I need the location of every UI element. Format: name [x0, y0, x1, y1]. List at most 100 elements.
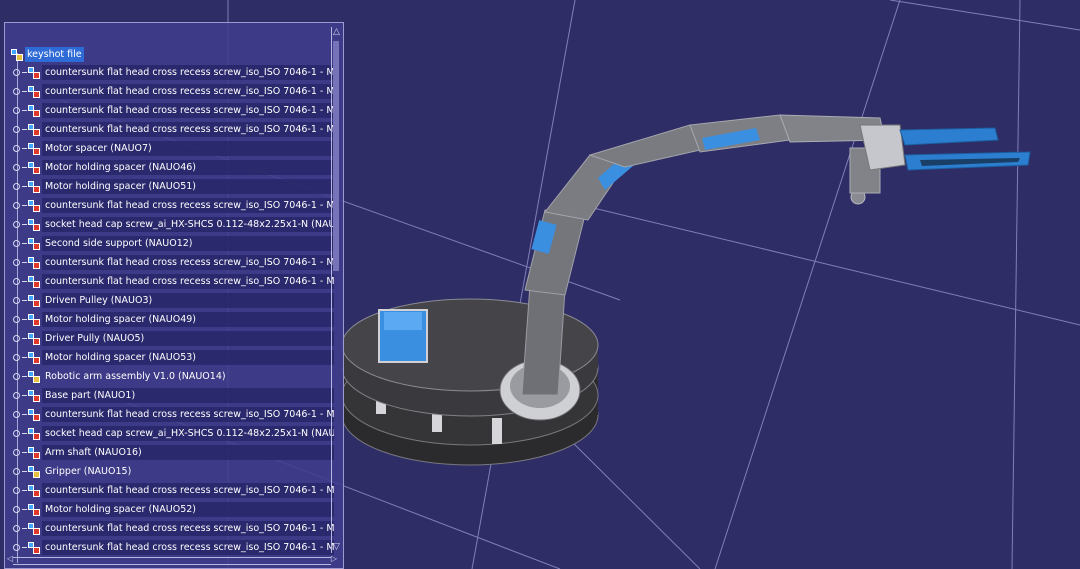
expander-circle-icon[interactable]: [13, 525, 20, 532]
part-icon: [28, 503, 40, 516]
expander-circle-icon[interactable]: [13, 69, 20, 76]
tree-node-label: Motor holding spacer (NAUO52): [42, 502, 334, 517]
tree-node-label: countersunk flat head cross recess screw…: [42, 274, 334, 289]
tree-node[interactable]: Second side support (NAUO12): [13, 235, 334, 252]
expander-circle-icon[interactable]: [13, 449, 20, 456]
tree-branch-line: [22, 433, 27, 434]
tree-node[interactable]: countersunk flat head cross recess screw…: [13, 64, 334, 81]
expander-circle-icon[interactable]: [13, 373, 20, 380]
expander-circle-icon[interactable]: [13, 240, 20, 247]
expander-circle-icon[interactable]: [13, 221, 20, 228]
scroll-right-arrow-icon[interactable]: ▷: [331, 554, 337, 563]
tree-node[interactable]: Motor holding spacer (NAUO51): [13, 178, 334, 195]
horizontal-scrollbar[interactable]: ◁ ▷: [7, 554, 337, 565]
tree-node[interactable]: countersunk flat head cross recess screw…: [13, 254, 334, 271]
tree-node[interactable]: countersunk flat head cross recess screw…: [13, 520, 334, 537]
tree-node[interactable]: socket head cap screw_ai_HX-SHCS 0.112-4…: [13, 425, 334, 442]
tree-branch-line: [22, 167, 27, 168]
expander-circle-icon[interactable]: [13, 88, 20, 95]
tree-node[interactable]: countersunk flat head cross recess screw…: [13, 83, 334, 100]
part-icon: [28, 218, 40, 231]
tree-node-label: countersunk flat head cross recess screw…: [42, 84, 334, 99]
tree-branch-line: [22, 509, 27, 510]
tree-node-label: countersunk flat head cross recess screw…: [42, 65, 334, 80]
expander-circle-icon[interactable]: [13, 107, 20, 114]
tree-node[interactable]: Arm shaft (NAUO16): [13, 444, 334, 461]
tree-branch-line: [22, 148, 27, 149]
part-icon: [28, 446, 40, 459]
expander-circle-icon[interactable]: [13, 354, 20, 361]
tree-node-label: Motor holding spacer (NAUO53): [42, 350, 334, 365]
tree-branch-line: [22, 319, 27, 320]
part-icon: [28, 541, 40, 554]
expander-circle-icon[interactable]: [13, 335, 20, 342]
scroll-thumb[interactable]: [333, 41, 339, 271]
assembly-icon: [28, 465, 40, 478]
tree-node[interactable]: Motor spacer (NAUO7): [13, 140, 334, 157]
expander-circle-icon[interactable]: [13, 506, 20, 513]
tree-node-label: countersunk flat head cross recess screw…: [42, 521, 334, 536]
part-icon: [28, 294, 40, 307]
vertical-scrollbar[interactable]: △ ▽: [331, 27, 341, 553]
part-icon: [28, 142, 40, 155]
tree-branch-line: [22, 490, 27, 491]
tree-node[interactable]: Driver Pully (NAUO5): [13, 330, 334, 347]
expander-circle-icon[interactable]: [13, 278, 20, 285]
expander-circle-icon[interactable]: [13, 126, 20, 133]
expander-circle-icon[interactable]: [13, 430, 20, 437]
tree-node[interactable]: Robotic arm assembly V1.0 (NAUO14): [13, 368, 229, 385]
part-icon: [28, 522, 40, 535]
tree-node[interactable]: Motor holding spacer (NAUO53): [13, 349, 334, 366]
tree-node-label: countersunk flat head cross recess screw…: [42, 540, 334, 555]
expander-circle-icon[interactable]: [13, 544, 20, 551]
tree-node[interactable]: countersunk flat head cross recess screw…: [13, 273, 334, 290]
tree-node[interactable]: Motor holding spacer (NAUO46): [13, 159, 334, 176]
tree-node[interactable]: socket head cap screw_ai_HX-SHCS 0.112-4…: [13, 216, 334, 233]
tree-root-node[interactable]: keyshot file: [11, 46, 84, 63]
tree-root-label: keyshot file: [25, 47, 84, 62]
tree-branch-line: [22, 91, 27, 92]
tree-node[interactable]: countersunk flat head cross recess screw…: [13, 539, 334, 556]
assembly-icon: [11, 48, 23, 61]
tree-node-label: countersunk flat head cross recess screw…: [42, 483, 334, 498]
tree-node[interactable]: countersunk flat head cross recess screw…: [13, 406, 334, 423]
expander-circle-icon[interactable]: [13, 164, 20, 171]
part-icon: [28, 104, 40, 117]
tree-branch-line: [22, 376, 27, 377]
expander-circle-icon[interactable]: [13, 202, 20, 209]
scroll-up-arrow-icon[interactable]: △: [331, 27, 342, 38]
tree-node[interactable]: Gripper (NAUO15): [13, 463, 134, 480]
scroll-left-arrow-icon[interactable]: ◁: [7, 554, 13, 563]
expander-circle-icon[interactable]: [13, 468, 20, 475]
tree-node-label: countersunk flat head cross recess screw…: [42, 255, 334, 270]
expander-circle-icon[interactable]: [13, 411, 20, 418]
scroll-down-arrow-icon[interactable]: ▽: [331, 542, 342, 553]
expander-circle-icon[interactable]: [13, 316, 20, 323]
robotic-arm-model[interactable]: [341, 114, 1031, 466]
tree-node[interactable]: countersunk flat head cross recess screw…: [13, 121, 334, 138]
tree-node[interactable]: countersunk flat head cross recess screw…: [13, 482, 334, 499]
tree-branch-line: [22, 414, 27, 415]
tree-node-label: Gripper (NAUO15): [45, 466, 132, 477]
tree-node-label: countersunk flat head cross recess screw…: [42, 198, 334, 213]
expander-circle-icon[interactable]: [13, 259, 20, 266]
expander-circle-icon[interactable]: [13, 487, 20, 494]
tree-node[interactable]: countersunk flat head cross recess screw…: [13, 197, 334, 214]
tree-node[interactable]: Motor holding spacer (NAUO52): [13, 501, 334, 518]
tree-node[interactable]: Driven Pulley (NAUO3): [13, 292, 334, 309]
expander-circle-icon[interactable]: [13, 297, 20, 304]
tree-node-label: countersunk flat head cross recess screw…: [42, 122, 334, 137]
tree-branch-line: [22, 224, 27, 225]
tree-branch-line: [22, 129, 27, 130]
tree-branch-line: [22, 243, 27, 244]
tree-node-label: Driven Pulley (NAUO3): [42, 293, 334, 308]
specification-tree-panel[interactable]: keyshot file countersunk flat head cross…: [4, 22, 344, 569]
tree-node-label: Driver Pully (NAUO5): [42, 331, 334, 346]
expander-circle-icon[interactable]: [13, 392, 20, 399]
expander-circle-icon[interactable]: [13, 145, 20, 152]
tree-node[interactable]: Motor holding spacer (NAUO49): [13, 311, 334, 328]
part-icon: [28, 275, 40, 288]
expander-circle-icon[interactable]: [13, 183, 20, 190]
tree-node[interactable]: countersunk flat head cross recess screw…: [13, 102, 334, 119]
tree-node[interactable]: Base part (NAUO1): [13, 387, 334, 404]
